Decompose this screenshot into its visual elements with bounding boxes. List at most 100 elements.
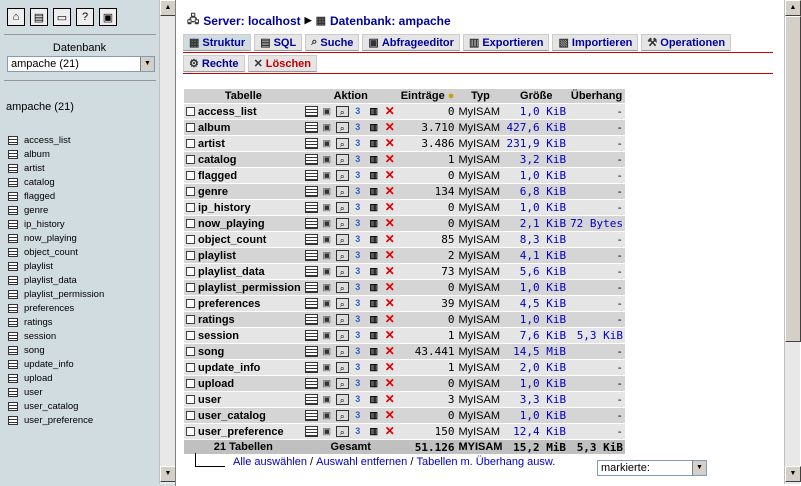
- row-checkbox[interactable]: [186, 395, 195, 405]
- table-name-link[interactable]: song: [198, 346, 224, 358]
- search-icon[interactable]: ⌕: [335, 234, 349, 245]
- browse-icon[interactable]: [304, 314, 318, 325]
- search-icon[interactable]: ⌕: [335, 250, 349, 261]
- size-cell[interactable]: 8,3 KiB: [504, 232, 569, 247]
- sidebar-table-item[interactable]: ratings: [8, 315, 104, 329]
- empty-icon[interactable]: ▥: [367, 330, 381, 341]
- structure-icon[interactable]: ▣: [320, 282, 334, 293]
- table-name-link[interactable]: genre: [198, 186, 228, 198]
- tab-drop[interactable]: ✕ Löschen: [247, 55, 318, 72]
- table-icon[interactable]: [8, 261, 18, 271]
- select-overhead-link[interactable]: Tabellen m. Überhang ausw.: [416, 456, 555, 468]
- search-icon[interactable]: ⌕: [335, 410, 349, 421]
- structure-icon[interactable]: ▣: [320, 410, 334, 421]
- structure-icon[interactable]: ▣: [320, 266, 334, 277]
- size-cell[interactable]: 1,0 KiB: [504, 312, 569, 327]
- help-icon[interactable]: ▣: [99, 8, 117, 26]
- size-cell[interactable]: 3,3 KiB: [504, 392, 569, 407]
- search-icon[interactable]: ⌕: [335, 346, 349, 357]
- sidebar-table-label[interactable]: object_count: [24, 246, 78, 259]
- sql-window-icon[interactable]: ▭: [53, 8, 71, 26]
- search-icon[interactable]: ⌕: [335, 122, 349, 133]
- empty-icon[interactable]: ▥: [367, 346, 381, 357]
- search-icon[interactable]: ⌕: [335, 298, 349, 309]
- drop-icon[interactable]: ✕: [383, 393, 397, 405]
- sidebar-table-item[interactable]: song: [8, 343, 104, 357]
- row-checkbox[interactable]: [186, 315, 195, 325]
- size-cell[interactable]: 1,0 KiB: [504, 168, 569, 183]
- browse-icon[interactable]: [304, 394, 318, 405]
- size-cell[interactable]: 231,9 KiB: [504, 136, 569, 151]
- tab-export[interactable]: ▥ Exportieren: [462, 34, 550, 51]
- breadcrumb-server[interactable]: Server: localhost: [203, 14, 300, 28]
- size-cell[interactable]: 12,4 KiB: [504, 424, 569, 439]
- drop-icon[interactable]: ✕: [383, 137, 397, 149]
- documentation-icon[interactable]: ?: [76, 8, 94, 26]
- tab-sql[interactable]: ▤ SQL: [254, 34, 303, 51]
- row-checkbox[interactable]: [186, 107, 195, 117]
- size-cell[interactable]: 1,0 KiB: [504, 280, 569, 295]
- table-icon[interactable]: [8, 219, 18, 229]
- drop-icon[interactable]: ✕: [383, 377, 397, 389]
- drop-icon[interactable]: ✕: [383, 121, 397, 133]
- empty-icon[interactable]: ▥: [367, 122, 381, 133]
- main-scrollbar[interactable]: ▲ ▼: [784, 0, 801, 484]
- empty-icon[interactable]: ▥: [367, 138, 381, 149]
- size-cell[interactable]: 4,1 KiB: [504, 248, 569, 263]
- search-icon[interactable]: ⌕: [335, 170, 349, 181]
- row-checkbox[interactable]: [186, 123, 195, 133]
- sidebar-table-label[interactable]: artist: [24, 162, 45, 175]
- table-icon[interactable]: [8, 205, 18, 215]
- sidebar-table-label[interactable]: preferences: [24, 302, 74, 315]
- drop-icon[interactable]: ✕: [383, 329, 397, 341]
- empty-icon[interactable]: ▥: [367, 170, 381, 181]
- insert-icon[interactable]: 3: [351, 122, 365, 133]
- table-name-link[interactable]: update_info: [198, 362, 260, 374]
- insert-icon[interactable]: 3: [351, 250, 365, 261]
- sidebar-table-item[interactable]: access_list: [8, 133, 104, 147]
- structure-icon[interactable]: ▣: [320, 298, 334, 309]
- scroll-down-icon[interactable]: ▼: [160, 466, 175, 482]
- browse-icon[interactable]: [304, 298, 318, 309]
- table-name-link[interactable]: ratings: [198, 314, 235, 326]
- table-name-link[interactable]: playlist_permission: [198, 282, 301, 294]
- table-name-link[interactable]: ip_history: [198, 202, 251, 214]
- table-name-link[interactable]: flagged: [198, 170, 237, 182]
- sidebar-table-label[interactable]: access_list: [24, 134, 70, 147]
- structure-icon[interactable]: ▣: [320, 218, 334, 229]
- sidebar-table-item[interactable]: catalog: [8, 175, 104, 189]
- browse-icon[interactable]: [304, 250, 318, 261]
- search-icon[interactable]: ⌕: [335, 218, 349, 229]
- table-icon[interactable]: [8, 303, 18, 313]
- empty-icon[interactable]: ▥: [367, 378, 381, 389]
- row-checkbox[interactable]: [186, 347, 195, 357]
- table-icon[interactable]: [8, 275, 18, 285]
- sidebar-table-label[interactable]: upload: [24, 372, 53, 385]
- empty-icon[interactable]: ▥: [367, 394, 381, 405]
- drop-icon[interactable]: ✕: [383, 185, 397, 197]
- insert-icon[interactable]: 3: [351, 282, 365, 293]
- insert-icon[interactable]: 3: [351, 106, 365, 117]
- size-cell[interactable]: 1,0 KiB: [504, 200, 569, 215]
- table-icon[interactable]: [8, 163, 18, 173]
- sidebar-table-item[interactable]: playlist_data: [8, 273, 104, 287]
- insert-icon[interactable]: 3: [351, 394, 365, 405]
- scroll-down-icon[interactable]: ▼: [785, 466, 801, 482]
- drop-icon[interactable]: ✕: [383, 249, 397, 261]
- table-name-link[interactable]: now_playing: [198, 218, 265, 230]
- browse-icon[interactable]: [304, 154, 318, 165]
- scroll-up-icon[interactable]: ▲: [785, 0, 801, 16]
- size-cell[interactable]: 6,8 KiB: [504, 184, 569, 199]
- structure-icon[interactable]: ▣: [320, 362, 334, 373]
- size-cell[interactable]: 2,0 KiB: [504, 360, 569, 375]
- sidebar-table-label[interactable]: user_catalog: [24, 400, 78, 413]
- size-cell[interactable]: 14,5 MiB: [504, 344, 569, 359]
- insert-icon[interactable]: 3: [351, 426, 365, 437]
- search-icon[interactable]: ⌕: [335, 330, 349, 341]
- sidebar-table-label[interactable]: song: [24, 344, 45, 357]
- browse-icon[interactable]: [304, 330, 318, 341]
- sidebar-table-label[interactable]: playlist_data: [24, 274, 77, 287]
- table-icon[interactable]: [8, 149, 18, 159]
- empty-icon[interactable]: ▥: [367, 410, 381, 421]
- search-icon[interactable]: ⌕: [335, 106, 349, 117]
